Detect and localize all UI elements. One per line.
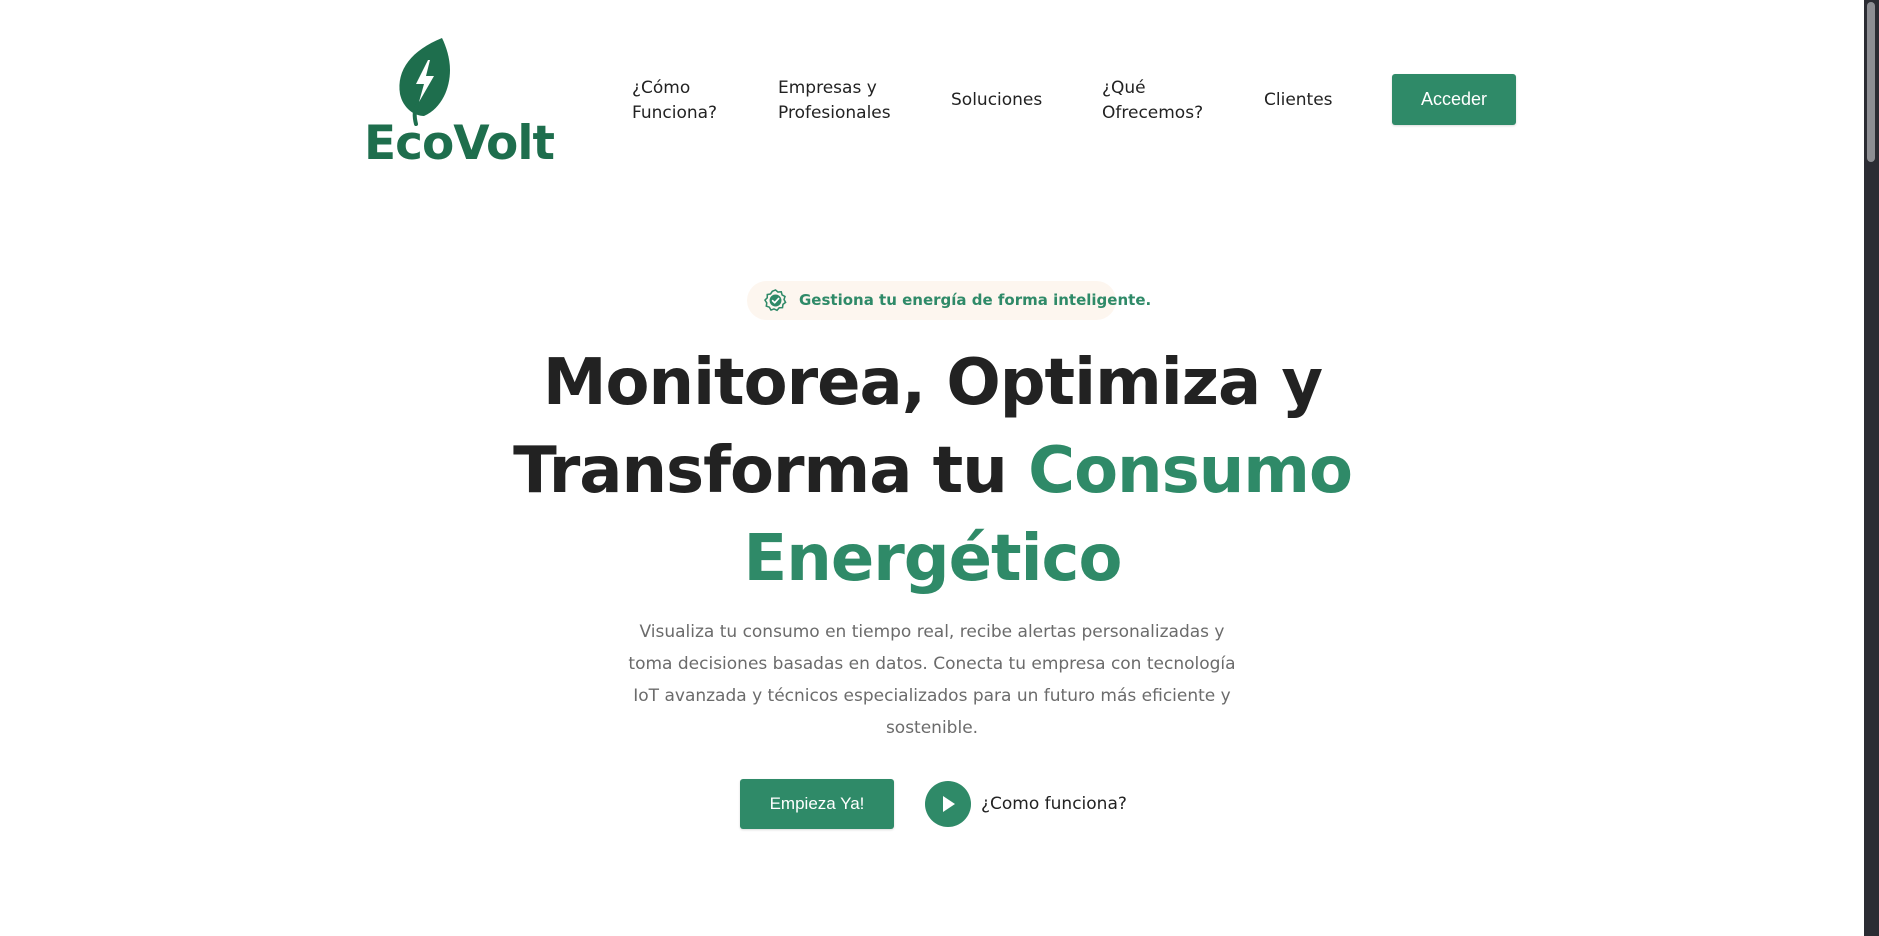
nav-que-ofrecemos[interactable]: ¿Qué Ofrecemos? [1102, 76, 1212, 126]
start-button[interactable]: Empieza Ya! [740, 779, 894, 829]
landing-page: EcoVolt ¿Cómo Funciona? Empresas y Profe… [0, 0, 1879, 936]
nav-como-funciona[interactable]: ¿Cómo Funciona? [632, 76, 742, 126]
play-button[interactable] [925, 781, 971, 827]
site-header: EcoVolt ¿Cómo Funciona? Empresas y Profe… [0, 0, 1864, 190]
access-button[interactable]: Acceder [1392, 74, 1516, 125]
badge-text: Gestiona tu energía de forma inteligente… [799, 291, 1152, 309]
hero-description: Visualiza tu consumo en tiempo real, rec… [628, 622, 1236, 738]
page-scrollbar[interactable] [1864, 0, 1879, 936]
brand-logo[interactable]: EcoVolt [364, 36, 555, 171]
brand-name: EcoVolt [364, 116, 555, 171]
hero-badge: Gestiona tu energía de forma inteligente… [747, 281, 1151, 320]
scrollbar-thumb[interactable] [1867, 2, 1875, 162]
nav-clientes[interactable]: Clientes [1264, 88, 1333, 113]
nav-empresas-profesionales[interactable]: Empresas y Profesionales [778, 76, 918, 126]
how-it-works-link[interactable]: ¿Como funciona? [925, 781, 1127, 827]
how-it-works-label: ¿Como funciona? [981, 794, 1127, 814]
leaf-bolt-icon [399, 38, 450, 126]
nav-soluciones[interactable]: Soluciones [951, 88, 1042, 113]
hero-title: Monitorea, Optimiza y Transforma tu Cons… [440, 339, 1425, 603]
play-icon [943, 796, 955, 812]
check-badge-icon [764, 289, 787, 312]
